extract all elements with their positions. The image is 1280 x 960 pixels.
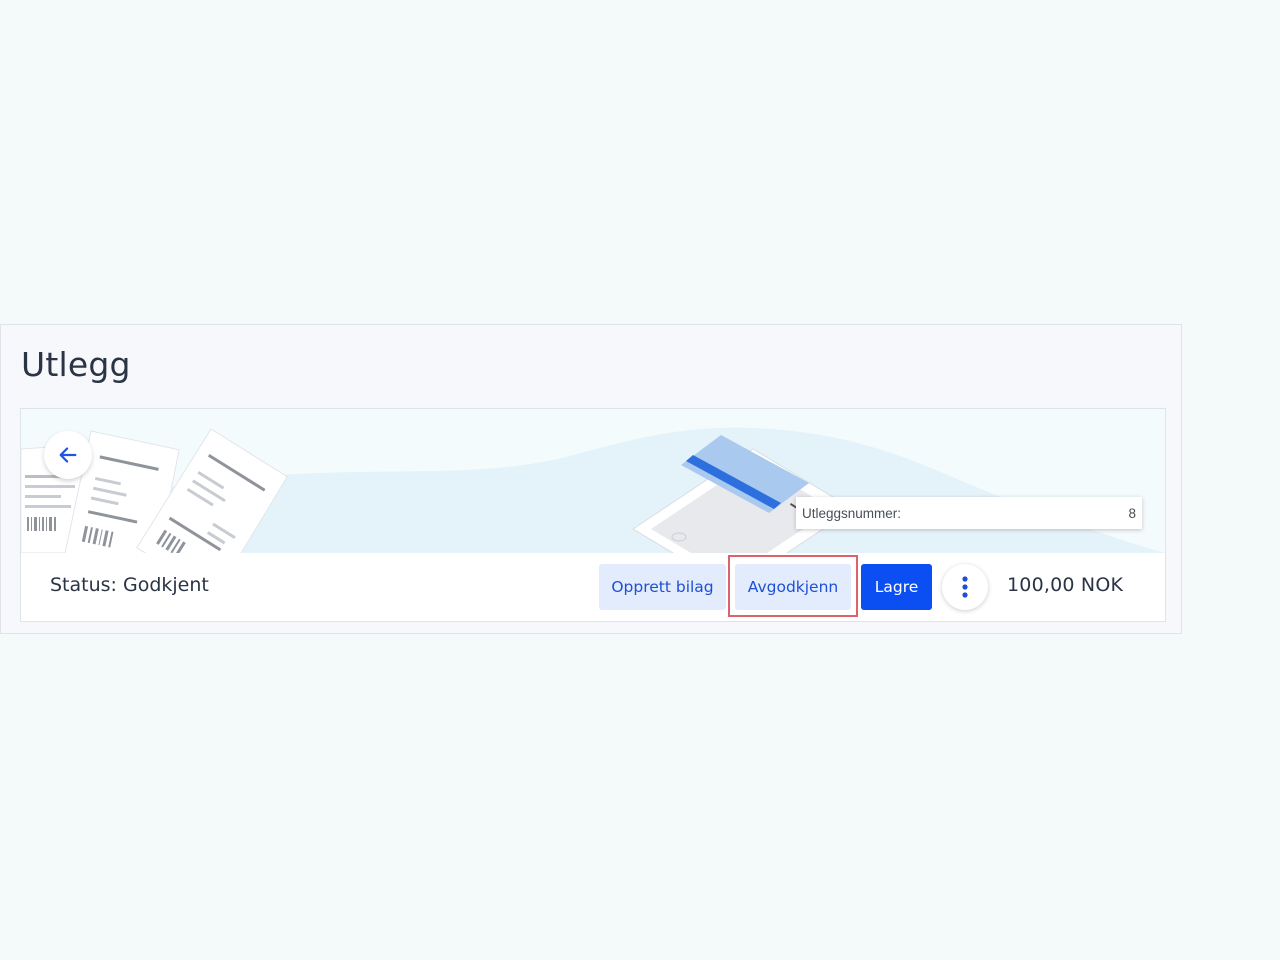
arrow-left-icon bbox=[59, 447, 77, 463]
expense-number-value: 8 bbox=[1128, 505, 1136, 521]
action-bar: Status: Godkjent Opprett bilag Avgodkjen… bbox=[21, 553, 1165, 621]
more-vertical-icon bbox=[962, 576, 968, 598]
banner-illustration bbox=[21, 427, 1165, 553]
expense-panel: Utlegg Utleggsnummer: 8 Status: Godkjent… bbox=[0, 324, 1182, 634]
back-button[interactable] bbox=[44, 431, 92, 479]
page-title: Utlegg bbox=[21, 345, 131, 384]
total-amount: 100,00 NOK bbox=[1007, 574, 1124, 596]
unapprove-button[interactable]: Avgodkjenn bbox=[735, 564, 851, 610]
save-button[interactable]: Lagre bbox=[861, 564, 932, 610]
create-voucher-button[interactable]: Opprett bilag bbox=[599, 564, 726, 610]
status-text: Status: Godkjent bbox=[50, 574, 209, 596]
header-banner: Utleggsnummer: 8 bbox=[21, 409, 1165, 553]
expense-card: Utleggsnummer: 8 Status: Godkjent Oppret… bbox=[20, 408, 1166, 622]
expense-number-label: Utleggsnummer: bbox=[802, 505, 902, 521]
more-options-button[interactable] bbox=[942, 564, 988, 610]
expense-number-field[interactable]: Utleggsnummer: 8 bbox=[796, 497, 1142, 529]
